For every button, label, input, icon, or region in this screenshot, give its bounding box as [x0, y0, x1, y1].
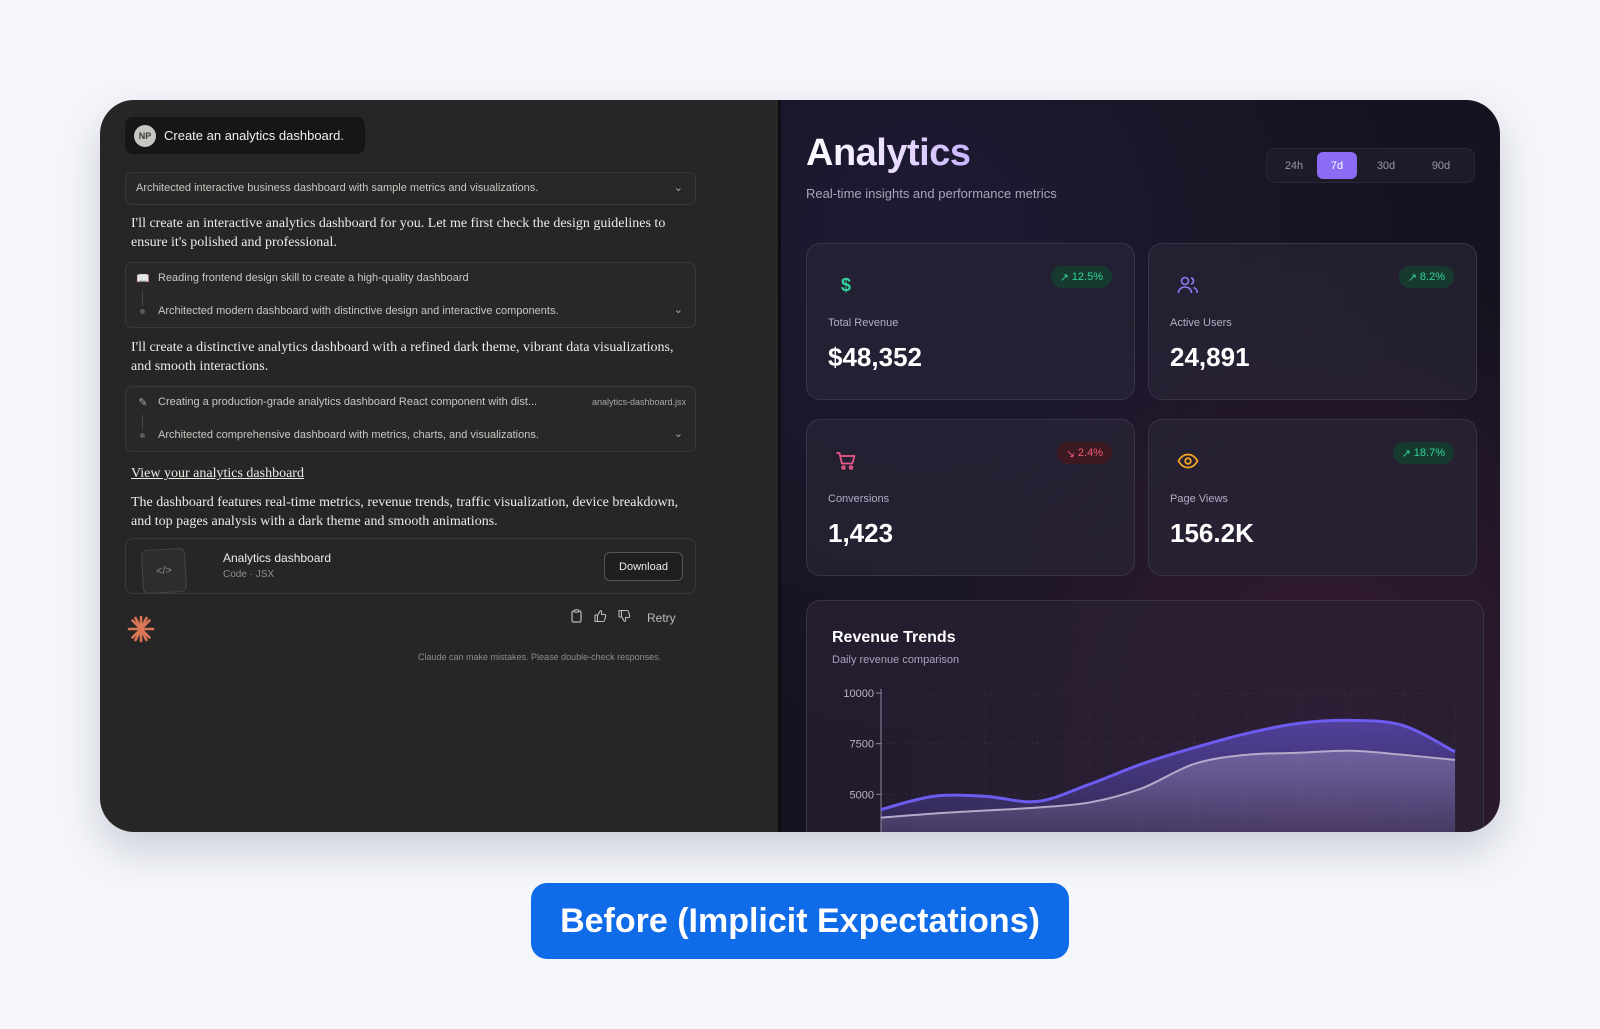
change-value: 8.2%: [1419, 271, 1445, 283]
thinking-summary-text: Architected interactive business dashboa…: [136, 182, 539, 194]
y-tick-label: 5000: [850, 789, 874, 801]
chevron-down-icon[interactable]: ⌄: [674, 303, 683, 316]
user-avatar: NP: [134, 124, 156, 147]
assistant-paragraph-3: The dashboard features real-time metrics…: [131, 495, 679, 529]
change-badge: ↗ 12.5%: [1050, 266, 1112, 288]
disclaimer-text: Claude can make mistakes. Please double-…: [418, 652, 662, 662]
metric-card-revenue[interactable]: $ ↗ 12.5% Total Revenue $48,352: [806, 243, 1135, 400]
change-badge: ↗ 8.2%: [1398, 266, 1454, 288]
copy-icon[interactable]: [570, 609, 583, 626]
tool-step-action: Reading frontend design skill to create …: [158, 272, 469, 284]
range-90d[interactable]: 90d: [1415, 152, 1467, 179]
eye-icon: [1177, 450, 1199, 472]
timeline-dot: [140, 433, 145, 438]
dashboard-preview: Analytics Real-time insights and perform…: [778, 100, 1500, 832]
metric-card-conversions[interactable]: ↘ 2.4% Conversions 1,423: [806, 419, 1135, 576]
cart-icon: [835, 450, 857, 472]
dashboard-title: Analytics: [806, 132, 971, 174]
users-icon: [1177, 274, 1199, 296]
change-badge: ↗ 18.7%: [1392, 442, 1454, 464]
caption-label: Before (Implicit Expectations): [531, 883, 1069, 959]
thinking-summary-1[interactable]: Architected interactive business dashboa…: [125, 172, 696, 205]
chat-panel: NP Create an analytics dashboard. Archit…: [100, 100, 778, 832]
metric-value: 24,891: [1170, 342, 1250, 372]
trend-arrow-icon: ↗: [1059, 271, 1069, 284]
user-message-text: Create an analytics dashboard.: [164, 128, 344, 143]
claude-logo-icon: [127, 615, 155, 643]
timeline-line: [142, 415, 143, 429]
tool-step-1[interactable]: 📖 Reading frontend design skill to creat…: [125, 262, 696, 328]
artifact-card[interactable]: </> Analytics dashboard Code · JSX Downl…: [125, 538, 696, 595]
chevron-down-icon[interactable]: ⌄: [674, 427, 683, 440]
metric-value: 1,423: [828, 518, 894, 548]
change-value: 2.4%: [1077, 447, 1103, 459]
thumbs-up-icon[interactable]: [593, 609, 607, 626]
user-message: NP Create an analytics dashboard.: [125, 117, 365, 154]
y-tick-label: 10000: [843, 688, 874, 700]
chevron-down-icon[interactable]: ⌄: [674, 181, 683, 194]
view-dashboard-link[interactable]: View your analytics dashboard: [131, 466, 304, 482]
book-icon: 📖: [136, 272, 150, 285]
svg-text:$: $: [841, 275, 851, 295]
y-tick-label: 7500: [850, 739, 874, 751]
code-icon: </>: [140, 547, 188, 595]
metric-label: Page Views: [1170, 493, 1228, 505]
range-7d[interactable]: 7d: [1317, 152, 1357, 179]
range-24h[interactable]: 24h: [1271, 152, 1317, 179]
timeline-dot: [140, 309, 145, 314]
range-30d[interactable]: 30d: [1357, 152, 1415, 179]
assistant-paragraph-2: I'll create a distinctive analytics dash…: [131, 340, 674, 374]
revenue-chart: 10000 7500 5000: [843, 688, 1456, 832]
metric-card-pageviews[interactable]: ↗ 18.7% Page Views 156.2K: [1148, 419, 1477, 576]
artifact-title: Analytics dashboard: [223, 551, 332, 565]
change-value: 18.7%: [1413, 447, 1445, 459]
change-value: 12.5%: [1071, 271, 1103, 283]
download-button[interactable]: Download: [604, 552, 683, 581]
timeline-line: [142, 291, 143, 305]
trend-arrow-icon: ↘: [1065, 447, 1075, 460]
revenue-trends-card: Revenue Trends Daily revenue comparison …: [806, 600, 1484, 832]
app-window: NP Create an analytics dashboard. Archit…: [100, 100, 1500, 832]
metric-label: Conversions: [828, 493, 890, 505]
metric-value: 156.2K: [1170, 518, 1254, 548]
trend-arrow-icon: ↗: [1401, 447, 1411, 460]
metric-value: $48,352: [828, 342, 922, 372]
time-range-selector: 24h 7d 30d 90d: [1266, 148, 1475, 183]
metric-label: Active Users: [1170, 317, 1232, 329]
tool-step-result: Architected modern dashboard with distin…: [158, 305, 559, 317]
change-badge: ↘ 2.4%: [1056, 442, 1112, 464]
tool-step-action: Creating a production-grade analytics da…: [158, 396, 538, 408]
dollar-icon: $: [835, 274, 857, 296]
file-name: analytics-dashboard.jsx: [591, 397, 686, 407]
assistant-paragraph-1: I'll create an interactive analytics das…: [131, 216, 666, 250]
retry-button[interactable]: Retry: [647, 611, 676, 625]
thumbs-down-icon[interactable]: [617, 609, 631, 626]
file-edit-icon: ✎: [138, 396, 148, 409]
tool-step-result: Architected comprehensive dashboard with…: [158, 429, 539, 441]
trend-arrow-icon: ↗: [1407, 271, 1417, 284]
artifact-subtitle: Code · JSX: [223, 569, 275, 580]
dashboard-subtitle: Real-time insights and performance metri…: [806, 186, 1057, 201]
tool-step-2[interactable]: ✎ Creating a production-grade analytics …: [125, 386, 696, 452]
metric-label: Total Revenue: [828, 317, 899, 329]
metric-card-users[interactable]: ↗ 8.2% Active Users 24,891: [1148, 243, 1477, 400]
message-actions: Retry: [570, 609, 676, 626]
